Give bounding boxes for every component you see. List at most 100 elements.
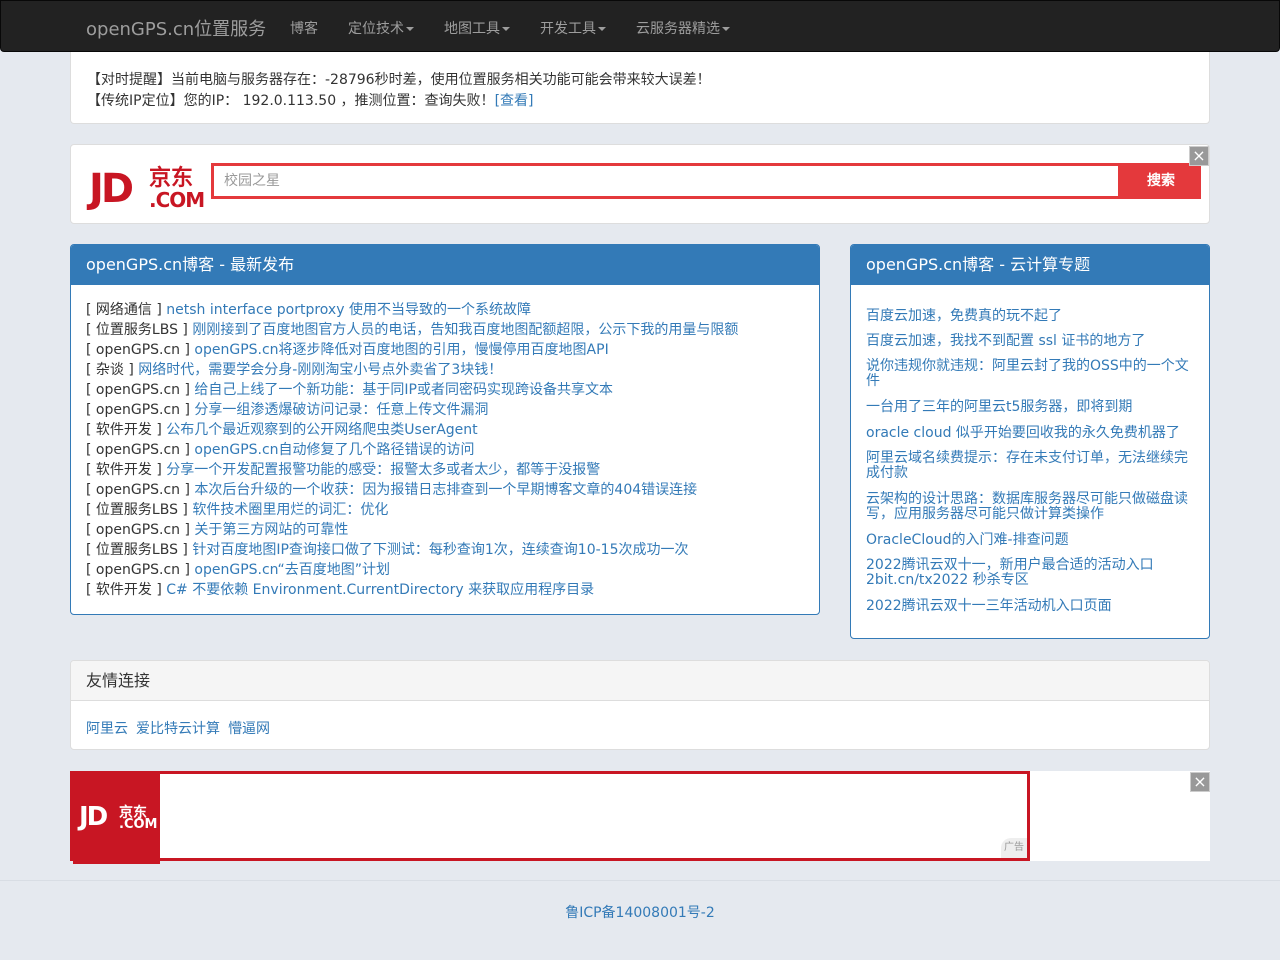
nav-blog-label: 博客	[290, 21, 318, 37]
post-title-link[interactable]: 分享一组渗透爆破访问记录：任意上传文件漏洞	[194, 402, 488, 418]
post-item: [ openGPS.cn ] openGPS.cn将逐步降低对百度地图的引用，慢…	[86, 340, 738, 360]
post-title-link[interactable]: C# 不要依赖 Environment.CurrentDirectory 来获取…	[166, 582, 594, 598]
post-title-link[interactable]: 给自己上线了一个新功能：基于同IP或者同密码实现跨设备共享文本	[194, 382, 613, 398]
post-title-link[interactable]: 软件技术圈里用烂的词汇：优化	[192, 502, 388, 518]
post-category: [ 软件开发 ]	[86, 422, 162, 438]
post-category: [ openGPS.cn ]	[86, 522, 190, 538]
footer: 鲁ICP备14008001号-2	[0, 902, 1280, 922]
post-title-link[interactable]: netsh interface portproxy 使用不当导致的一个系统故障	[166, 302, 531, 318]
caret-down-icon	[502, 27, 510, 31]
post-item: [ 杂谈 ] 网络时代，需要学会分身-刚刚淘宝小号点外卖省了3块钱！	[86, 360, 738, 380]
post-item: [ 软件开发 ] 公布几个最近观察到的公开网络爬虫类UserAgent	[86, 420, 738, 440]
jd-search-ad: JD 京东 .COM 校园之星 搜索 ×	[70, 144, 1210, 224]
friend-link-mengbi[interactable]: 懵逼网	[228, 718, 270, 738]
post-category: [ 软件开发 ]	[86, 462, 162, 478]
post-item: [ 位置服务LBS ] 软件技术圈里用烂的词汇：优化	[86, 500, 738, 520]
post-item: [ 网络通信 ] netsh interface portproxy 使用不当导…	[86, 300, 738, 320]
post-title-link[interactable]: 刚刚接到了百度地图官方人员的电话，告知我百度地图配额超限，公示下我的用量与限额	[192, 322, 738, 338]
cloud-topic-title: openGPS.cn博客 - 云计算专题	[851, 245, 1209, 285]
cloud-post-link[interactable]: 阿里云域名续费提示：存在未支付订单，无法继续完成付款	[866, 451, 1196, 481]
nav-location-tech-dropdown[interactable]: 定位技术	[348, 18, 414, 38]
nav-map-tools-label: 地图工具	[444, 21, 500, 37]
post-category: [ 位置服务LBS ]	[86, 502, 188, 518]
jd-banner-ad: JD 京东 .COM 广告 ×	[70, 771, 1210, 864]
post-item: [ 位置服务LBS ] 针对百度地图IP查询接口做了下测试：每秒查询1次，连续查…	[86, 540, 738, 560]
nav-location-tech-label: 定位技术	[348, 21, 404, 37]
jd-logo-text: JD	[89, 166, 134, 212]
cloud-post-link[interactable]: 云架构的设计思路：数据库服务器尽可能只做磁盘读写，应用服务器尽可能只做计算类操作	[866, 492, 1196, 522]
jd-search-button[interactable]: 搜索	[1121, 163, 1201, 199]
latest-posts-title: openGPS.cn博客 - 最新发布	[71, 245, 819, 285]
post-title-link[interactable]: 本次后台升级的一个收获：因为报错日志排查到一个早期博客文章的404错误连接	[194, 482, 697, 498]
caret-down-icon	[722, 27, 730, 31]
post-item: [ openGPS.cn ] 关于第三方网站的可靠性	[86, 520, 738, 540]
post-item: [ openGPS.cn ] 分享一组渗透爆破访问记录：任意上传文件漏洞	[86, 400, 738, 420]
view-ip-link[interactable]: [查看]	[495, 93, 534, 109]
post-item: [ 位置服务LBS ] 刚刚接到了百度地图官方人员的电话，告知我百度地图配额超限…	[86, 320, 738, 340]
post-category: [ 位置服务LBS ]	[86, 542, 188, 558]
nav-blog[interactable]: 博客	[290, 18, 318, 38]
cloud-post-link[interactable]: 百度云加速，我找不到配置 ssl 证书的地方了	[866, 334, 1196, 349]
cloud-post-link[interactable]: 百度云加速，免费真的玩不起了	[866, 309, 1196, 324]
brand-link[interactable]: openGPS.cn位置服务	[86, 15, 266, 41]
time-offset-warning: 【对时提醒】当前电脑与服务器存在：-28796秒时差，使用位置服务相关功能可能会…	[87, 72, 711, 88]
latest-posts-list: [ 网络通信 ] netsh interface portproxy 使用不当导…	[86, 300, 738, 600]
ip-location-line: 【传统IP定位】您的IP： 192.0.113.50 ，推测位置：查询失败！[查…	[87, 90, 534, 110]
cloud-post-link[interactable]: 2022腾讯云双十一，新用户最合适的活动入口 2bit.cn/tx2022 秒杀…	[866, 558, 1196, 588]
post-category: [ openGPS.cn ]	[86, 482, 190, 498]
ad-tag: 广告	[1001, 838, 1027, 858]
post-category: [ 软件开发 ]	[86, 582, 162, 598]
post-item: [ openGPS.cn ] openGPS.cn自动修复了几个路径错误的访问	[86, 440, 738, 460]
close-icon[interactable]: ×	[1189, 146, 1209, 166]
post-item: [ 软件开发 ] C# 不要依赖 Environment.CurrentDire…	[86, 580, 738, 600]
post-title-link[interactable]: openGPS.cn“去百度地图”计划	[194, 562, 390, 578]
post-title-link[interactable]: 公布几个最近观察到的公开网络爬虫类UserAgent	[166, 422, 477, 438]
ip-location-text: 【传统IP定位】您的IP： 192.0.113.50 ，推测位置：查询失败！	[87, 93, 495, 109]
post-category: [ 杂谈 ]	[86, 362, 134, 378]
caret-down-icon	[406, 27, 414, 31]
icp-link[interactable]: 鲁ICP备14008001号-2	[565, 905, 715, 921]
friend-link-aliyun[interactable]: 阿里云	[86, 718, 128, 738]
jd-banner-logo-com: .COM	[119, 817, 158, 832]
post-item: [ openGPS.cn ] 本次后台升级的一个收获：因为报错日志排查到一个早期…	[86, 480, 738, 500]
jd-banner-logo-text: JD	[79, 802, 108, 832]
time-ip-notice: 【对时提醒】当前电脑与服务器存在：-28796秒时差，使用位置服务相关功能可能会…	[70, 52, 1210, 124]
cloud-post-link[interactable]: oracle cloud 似乎开始要回收我的永久免费机器了	[866, 426, 1196, 441]
post-item: [ openGPS.cn ] 给自己上线了一个新功能：基于同IP或者同密码实现跨…	[86, 380, 738, 400]
jd-logo-com: .COM	[149, 188, 205, 212]
post-title-link[interactable]: openGPS.cn将逐步降低对百度地图的引用，慢慢停用百度地图API	[194, 342, 608, 358]
cloud-topic-panel: openGPS.cn博客 - 云计算专题 百度云加速，免费真的玩不起了 百度云加…	[850, 244, 1210, 639]
top-navbar: openGPS.cn位置服务 博客 定位技术 地图工具 开发工具 云服务器精选	[0, 0, 1280, 52]
jd-search-input[interactable]: 校园之星	[211, 163, 1121, 199]
post-item: [ openGPS.cn ] openGPS.cn“去百度地图”计划	[86, 560, 738, 580]
jd-banner-logo: JD 京东 .COM	[73, 774, 160, 864]
post-title-link[interactable]: 网络时代，需要学会分身-刚刚淘宝小号点外卖省了3块钱！	[138, 362, 502, 378]
post-title-link[interactable]: openGPS.cn自动修复了几个路径错误的访问	[194, 442, 474, 458]
post-category: [ openGPS.cn ]	[86, 562, 190, 578]
post-category: [ 网络通信 ]	[86, 302, 162, 318]
nav-map-tools-dropdown[interactable]: 地图工具	[444, 18, 510, 38]
post-item: [ 软件开发 ] 分享一个开发配置报警功能的感受：报警太多或者太少，都等于没报警	[86, 460, 738, 480]
nav-cloud-servers-dropdown[interactable]: 云服务器精选	[636, 18, 730, 38]
footer-divider	[0, 880, 1280, 881]
post-title-link[interactable]: 针对百度地图IP查询接口做了下测试：每秒查询1次，连续查询10-15次成功一次	[192, 542, 688, 558]
latest-posts-panel: openGPS.cn博客 - 最新发布 [ 网络通信 ] netsh inter…	[70, 244, 820, 615]
friend-links-title: 友情连接	[71, 661, 1209, 701]
cloud-post-link[interactable]: OracleCloud的入门难-排查问题	[866, 533, 1196, 548]
post-category: [ openGPS.cn ]	[86, 342, 190, 358]
nav-dev-tools-label: 开发工具	[540, 21, 596, 37]
post-title-link[interactable]: 分享一个开发配置报警功能的感受：报警太多或者太少，都等于没报警	[166, 462, 600, 478]
close-icon[interactable]: ×	[1190, 772, 1210, 792]
friend-link-2bit[interactable]: 爱比特云计算	[136, 718, 220, 738]
post-category: [ 位置服务LBS ]	[86, 322, 188, 338]
caret-down-icon	[598, 27, 606, 31]
cloud-post-link[interactable]: 一台用了三年的阿里云t5服务器，即将到期	[866, 400, 1196, 415]
jd-logo[interactable]: JD 京东 .COM	[89, 166, 205, 212]
cloud-post-link[interactable]: 2022腾讯云双十一三年活动机入口页面	[866, 599, 1196, 614]
post-title-link[interactable]: 关于第三方网站的可靠性	[194, 522, 348, 538]
nav-cloud-servers-label: 云服务器精选	[636, 21, 720, 37]
friend-links-panel: 友情连接 阿里云 爱比特云计算 懵逼网	[70, 660, 1210, 750]
cloud-post-link[interactable]: 说你违规你就违规：阿里云封了我的OSS中的一个文件	[866, 359, 1196, 389]
nav-dev-tools-dropdown[interactable]: 开发工具	[540, 18, 606, 38]
jd-banner-frame[interactable]: JD 京东 .COM 广告	[70, 771, 1030, 864]
